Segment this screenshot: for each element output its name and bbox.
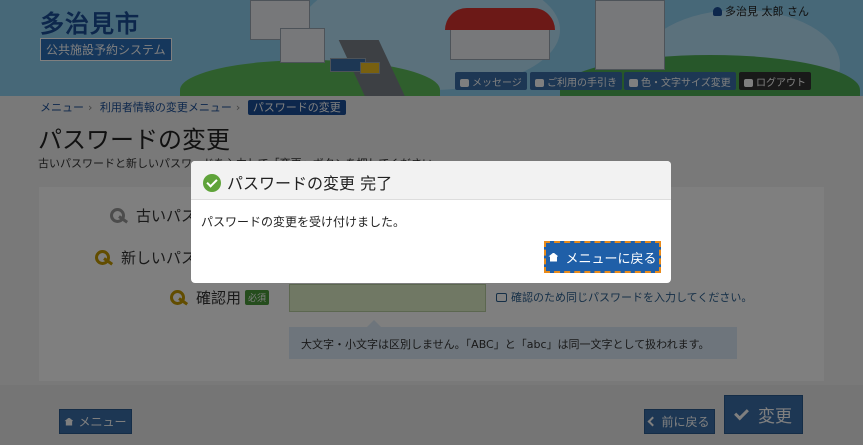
dialog-message: パスワードの変更を受け付けました。: [201, 215, 406, 229]
home-icon: [548, 252, 559, 262]
completion-dialog: パスワードの変更 完了 パスワードの変更を受け付けました。 メニューに戻る: [191, 161, 671, 283]
back-to-menu-label: メニューに戻る: [565, 251, 657, 267]
dialog-header: パスワードの変更 完了: [191, 161, 671, 200]
check-circle-icon: [203, 174, 221, 192]
dialog-title: パスワードの変更 完了: [227, 174, 393, 193]
back-to-menu-button[interactable]: メニューに戻る: [544, 241, 661, 273]
